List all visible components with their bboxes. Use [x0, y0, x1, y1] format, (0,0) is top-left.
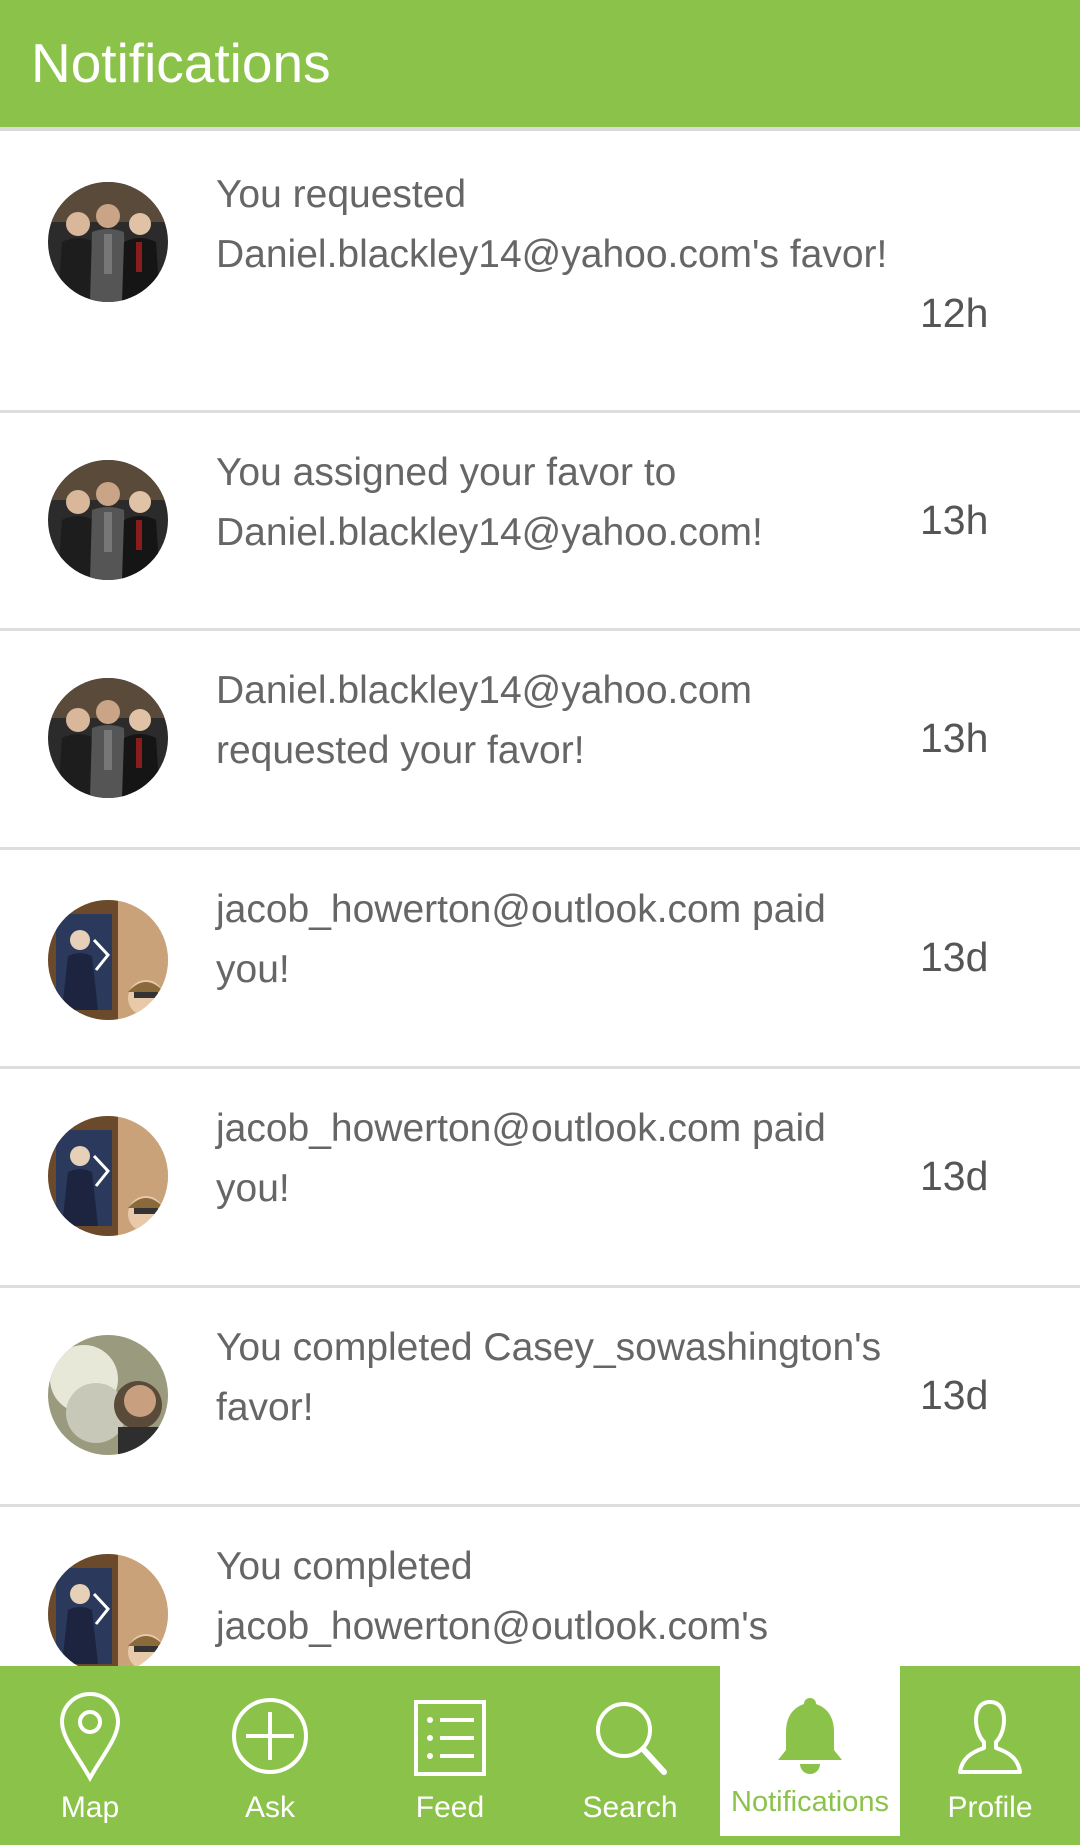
- avatar[interactable]: [48, 1554, 168, 1666]
- list-item[interactable]: jacob_howerton@outlook.com paid you! 13d: [0, 850, 1080, 1069]
- notification-text: You completed Casey_sowashington's favor…: [216, 1326, 882, 1429]
- list-item[interactable]: You completed jacob_howerton@outlook.com…: [0, 1507, 1080, 1666]
- nav-label: Search: [582, 1791, 678, 1824]
- notification-text: You assigned your favor to Daniel.blackl…: [216, 451, 763, 554]
- list-item[interactable]: You requested Daniel.blackley14@yahoo.co…: [0, 135, 1080, 413]
- nav-profile[interactable]: Profile: [900, 1666, 1080, 1836]
- avatar[interactable]: [48, 1116, 168, 1236]
- notification-time: 13d: [920, 1153, 989, 1199]
- nav-map[interactable]: Map: [0, 1666, 180, 1836]
- nav-notifications[interactable]: Notifications: [720, 1666, 900, 1836]
- notification-time: 13d: [920, 934, 989, 980]
- nav-ask[interactable]: Ask: [180, 1666, 360, 1836]
- avatar[interactable]: [48, 182, 168, 302]
- nav-search[interactable]: Search: [540, 1666, 720, 1836]
- nav-label: Map: [60, 1791, 120, 1824]
- nav-feed[interactable]: Feed: [360, 1666, 540, 1836]
- notification-text: jacob_howerton@outlook.com paid you!: [216, 1107, 826, 1210]
- bell-icon: [778, 1698, 842, 1774]
- list-item[interactable]: You assigned your favor to Daniel.blackl…: [0, 413, 1080, 631]
- list-item[interactable]: jacob_howerton@outlook.com paid you! 13d: [0, 1069, 1080, 1288]
- nav-label: Profile: [947, 1791, 1033, 1824]
- app-bar: Notifications: [0, 0, 1080, 131]
- notification-list[interactable]: You requested Daniel.blackley14@yahoo.co…: [0, 135, 1080, 1666]
- list-item[interactable]: You completed Casey_sowashington's favor…: [0, 1288, 1080, 1507]
- search-icon: [596, 1702, 667, 1775]
- person-icon: [958, 1700, 1022, 1774]
- nav-label: Notifications: [731, 1786, 889, 1818]
- avatar[interactable]: [48, 1335, 168, 1455]
- notification-text: You completed jacob_howerton@outlook.com…: [216, 1545, 769, 1648]
- notification-text: You requested Daniel.blackley14@yahoo.co…: [216, 173, 888, 276]
- notification-text: Daniel.blackley14@yahoo.com requested yo…: [216, 669, 753, 772]
- notification-time: 12h: [920, 290, 989, 336]
- nav-label: Feed: [415, 1791, 485, 1824]
- avatar[interactable]: [48, 900, 168, 1020]
- avatar[interactable]: [48, 460, 168, 580]
- notification-time: 13h: [920, 497, 989, 543]
- list-icon: [414, 1700, 486, 1776]
- bottom-nav: Map Ask Feed Search Notifications Profil…: [0, 1666, 1080, 1845]
- plus-circle-icon: [232, 1698, 308, 1774]
- avatar[interactable]: [48, 678, 168, 798]
- notification-text: jacob_howerton@outlook.com paid you!: [216, 888, 826, 991]
- list-item[interactable]: Daniel.blackley14@yahoo.com requested yo…: [0, 631, 1080, 850]
- page-title: Notifications: [31, 32, 331, 94]
- notification-time: 13d: [920, 1372, 989, 1418]
- nav-label: Ask: [244, 1791, 295, 1824]
- notification-time: 13h: [920, 715, 989, 761]
- map-pin-icon: [59, 1692, 121, 1782]
